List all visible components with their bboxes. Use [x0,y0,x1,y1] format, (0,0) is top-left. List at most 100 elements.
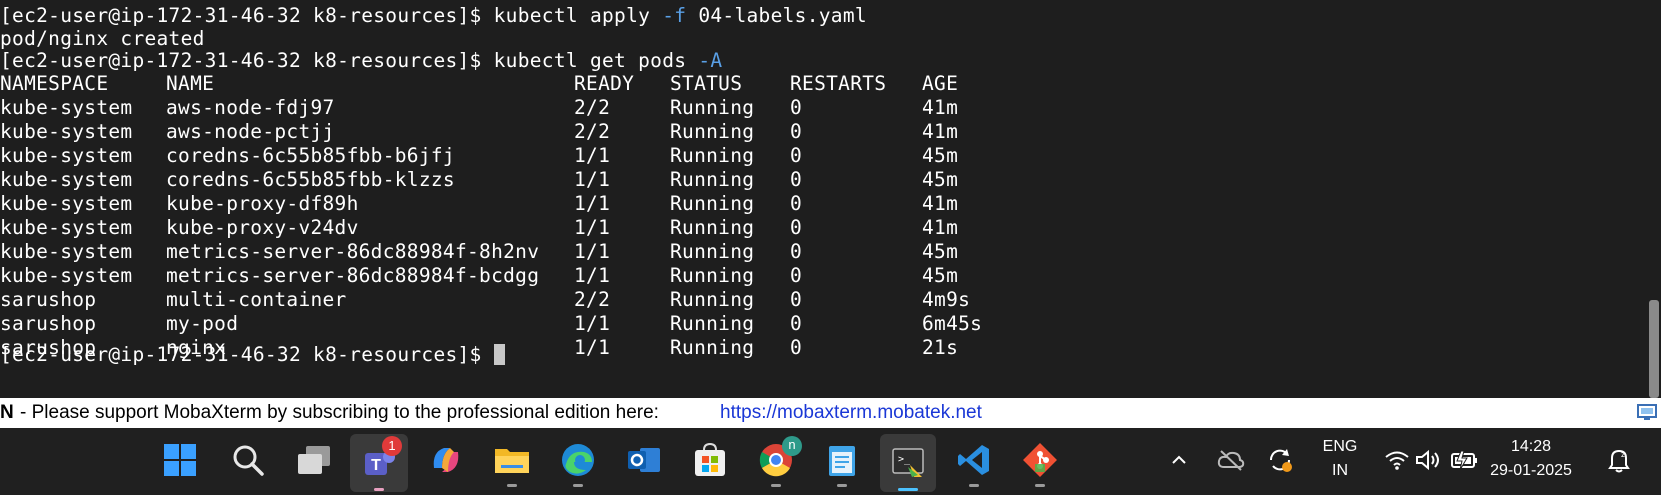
running-indicator [1035,484,1045,487]
cell-namespace: sarushop [0,288,97,311]
cell-age: 21s [922,336,959,359]
cell-restarts: 0 [790,312,803,335]
copilot-icon[interactable] [424,438,468,482]
monitor-icon[interactable] [1637,403,1657,423]
table-row: sarushop multi-container 2/2 Running 0 4m9s [0,288,1000,312]
edge-icon[interactable] [556,438,600,487]
cell-ready: 1/1 [574,264,611,287]
file-explorer-icon[interactable] [490,438,534,487]
task-view-icon[interactable] [292,438,336,482]
notepad-icon[interactable] [820,438,864,487]
cell-namespace: kube-system [0,144,133,167]
output-line: pod/nginx created [0,27,205,50]
cell-namespace: kube-system [0,240,133,263]
header-name: NAME [166,72,215,95]
prompt: [ec2-user@ip-172-31-46-32 k8-resources]$ [0,343,494,366]
terminal-area[interactable]: [ec2-user@ip-172-31-46-32 k8-resources]$… [0,0,1647,398]
mobaxterm-banner: N - Please support MobaXterm by subscrib… [0,398,1661,428]
cell-restarts: 0 [790,192,803,215]
cell-namespace: kube-system [0,264,133,287]
cell-restarts: 0 [790,120,803,143]
language-indicator[interactable]: ENG [1320,438,1360,456]
mobaxterm-icon[interactable]: >_ [880,434,936,492]
start-icon[interactable] [158,438,202,482]
cell-namespace: kube-system [0,168,133,191]
cell-status: Running [670,216,755,239]
cell-age: 41m [922,96,959,119]
chevron-up-icon[interactable] [1166,438,1192,482]
profile-badge: n [782,436,802,456]
sync-icon[interactable] [1264,438,1296,482]
command-flag: -A [698,49,723,72]
cell-age: 45m [922,240,959,263]
cell-age: 45m [922,264,959,287]
cell-status: Running [670,312,755,335]
cell-namespace: kube-system [0,216,133,239]
cell-ready: 1/1 [574,216,611,239]
banner-link[interactable]: https://mobaxterm.mobatek.net [720,398,982,428]
table-header: NAMESPACE NAME READY STATUS RESTARTS AGE [0,72,1000,96]
outlook-icon[interactable] [622,438,666,482]
table-row: kube-system aws-node-pctjj 2/2 Running 0 41m [0,120,1000,144]
cell-status: Running [670,96,755,119]
clock-date[interactable]: 29-01-2025 [1471,462,1591,480]
cell-status: Running [670,192,755,215]
clock-time[interactable]: 14:28 [1471,438,1591,456]
scrollbar-thumb[interactable] [1649,300,1659,398]
notification-bell-icon[interactable]: z [1604,438,1634,482]
cell-namespace: kube-system [0,96,133,119]
cell-ready: 1/1 [574,336,611,359]
cell-namespace: sarushop [0,312,97,335]
command-text: kubectl apply [493,4,663,27]
cell-name: coredns-6c55b85fbb-klzzs [166,168,455,191]
cell-restarts: 0 [790,216,803,239]
cell-ready: 1/1 [574,192,611,215]
cell-status: Running [670,168,755,191]
wifi-icon[interactable] [1382,438,1412,482]
cell-status: Running [670,240,755,263]
scrollbar[interactable] [1647,0,1661,398]
cell-age: 41m [922,216,959,239]
running-indicator [507,484,517,487]
cell-restarts: 0 [790,144,803,167]
cell-restarts: 0 [790,168,803,191]
store-icon[interactable] [688,438,732,482]
cell-name: kube-proxy-v24dv [166,216,359,239]
cell-ready: 1/1 [574,168,611,191]
running-indicator [837,484,847,487]
cell-name: aws-node-fdj97 [166,96,335,119]
notification-badge: 1 [382,436,402,456]
git-icon[interactable] [1018,438,1062,487]
cell-ready: 2/2 [574,288,611,311]
banner-message: - Please support MobaXterm by subscribin… [20,402,659,423]
table-row: kube-system coredns-6c55b85fbb-b6jfj 1/1 Ru… [0,144,1000,168]
banner-letter: N [0,402,14,423]
running-indicator [771,484,781,487]
taskbar: T 1 n >_ ENG IN 14:28 29-01-2025 z [0,428,1661,495]
volume-icon[interactable] [1414,438,1444,482]
cloud-offline-icon[interactable] [1216,438,1246,482]
cell-restarts: 0 [790,288,803,311]
cell-ready: 2/2 [574,96,611,119]
command-line-1: [ec2-user@ip-172-31-46-32 k8-resources]$… [0,4,867,28]
cell-ready: 1/1 [574,144,611,167]
cell-name: aws-node-pctjj [166,120,335,143]
vscode-icon[interactable] [952,438,996,487]
running-indicator [969,484,979,487]
chrome-icon[interactable]: n [754,436,802,487]
cell-name: metrics-server-86dc88984f-bcdgg [166,264,540,287]
cell-status: Running [670,144,755,167]
table-row: kube-system aws-node-fdj97 2/2 Running 0 41m [0,96,1000,120]
cell-name: my-pod [166,312,239,335]
cell-age: 6m45s [922,312,983,335]
cell-ready: 1/1 [574,312,611,335]
final-prompt-line[interactable]: [ec2-user@ip-172-31-46-32 k8-resources]$ [0,343,505,367]
keyboard-region: IN [1332,462,1348,479]
header-status: STATUS [670,72,743,95]
search-icon[interactable] [226,438,270,482]
cell-status: Running [670,336,755,359]
cell-name: multi-container [166,288,347,311]
teams-icon[interactable]: T 1 [350,434,408,492]
table-row: sarushop my-pod 1/1 Running 0 6m45s [0,312,1000,336]
svg-text:T: T [371,457,381,474]
